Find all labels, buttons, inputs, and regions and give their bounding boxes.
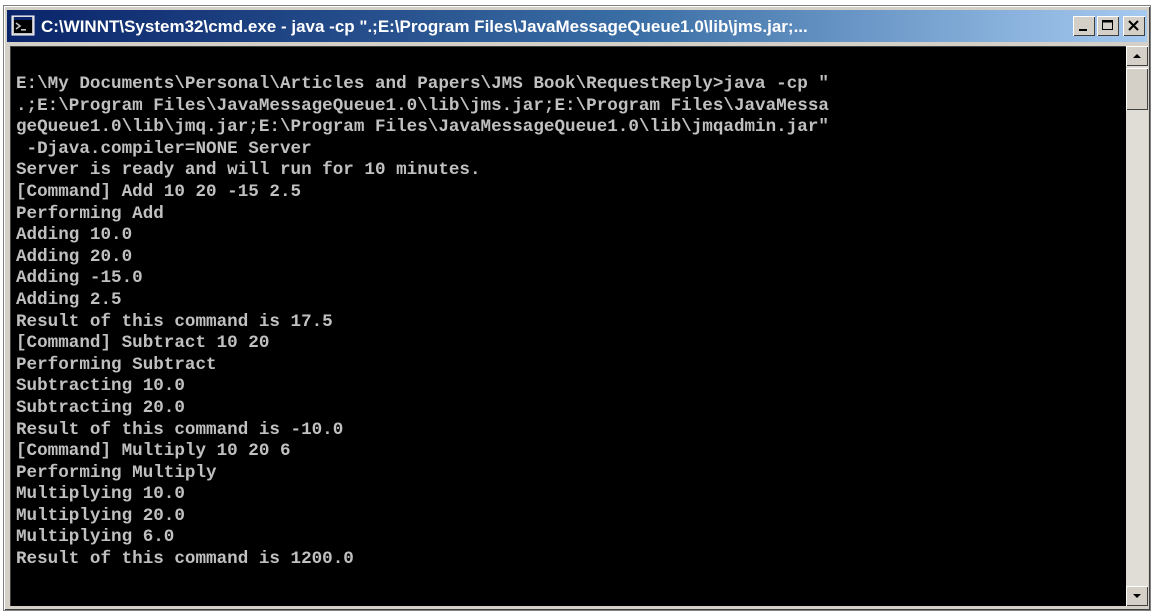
console-line: Multiplying 10.0	[16, 484, 185, 505]
console-line: Result of this command is 17.5	[16, 311, 333, 332]
close-button[interactable]	[1123, 16, 1145, 36]
console-line: Performing Subtract	[16, 354, 217, 375]
console-line: .;E:\Program Files\JavaMessageQueue1.0\l…	[16, 95, 829, 116]
console-line: Adding 10.0	[16, 225, 133, 246]
console-line: Multiplying 6.0	[16, 527, 175, 548]
console-line: Subtracting 20.0	[16, 397, 185, 418]
vertical-scrollbar[interactable]	[1126, 46, 1148, 606]
scroll-up-button[interactable]	[1126, 46, 1148, 66]
scroll-up-arrow-icon	[1133, 54, 1141, 58]
title-bar[interactable]: C:\WINNT\System32\cmd.exe - java -cp ".;…	[7, 10, 1147, 42]
console-line: Adding -15.0	[16, 268, 143, 289]
minimize-button[interactable]	[1073, 16, 1095, 36]
console-line: Server is ready and will run for 10 minu…	[16, 160, 481, 181]
cmd-icon[interactable]	[11, 14, 35, 38]
console-line: [Command] Subtract 10 20	[16, 333, 270, 354]
console-line: Performing Multiply	[16, 462, 217, 483]
scrollbar-thumb[interactable]	[1126, 68, 1148, 110]
scroll-down-button[interactable]	[1126, 586, 1148, 606]
console-line: [Command] Multiply 10 20 6	[16, 441, 291, 462]
console-line: Performing Add	[16, 203, 164, 224]
console-line: Subtracting 10.0	[16, 376, 185, 397]
console-line: Adding 20.0	[16, 246, 133, 267]
console-line: E:\My Documents\Personal\Articles and Pa…	[16, 74, 829, 94]
console-line: Adding 2.5	[16, 289, 122, 310]
maximize-icon	[1102, 20, 1113, 30]
console-line: -Djava.compiler=NONE Server	[16, 138, 312, 159]
console-line: [Command] Add 10 20 -15 2.5	[16, 181, 302, 202]
console-output[interactable]: E:\My Documents\Personal\Articles and Pa…	[10, 46, 1126, 606]
console-line: Multiplying 20.0	[16, 505, 185, 526]
console-lines: E:\My Documents\Personal\Articles and Pa…	[16, 74, 829, 571]
maximize-button[interactable]	[1097, 16, 1119, 36]
console-line: geQueue1.0\lib\jmq.jar;E:\Program Files\…	[16, 117, 829, 138]
scroll-down-arrow-icon	[1133, 594, 1141, 598]
window-title: C:\WINNT\System32\cmd.exe - java -cp ".;…	[41, 17, 808, 36]
console-line: Result of this command is 1200.0	[16, 549, 354, 570]
minimize-icon	[1079, 29, 1087, 31]
console-window: C:\WINNT\System32\cmd.exe - java -cp ".;…	[3, 5, 1151, 611]
close-icon	[1128, 20, 1139, 31]
console-line: Result of this command is -10.0	[16, 419, 344, 440]
